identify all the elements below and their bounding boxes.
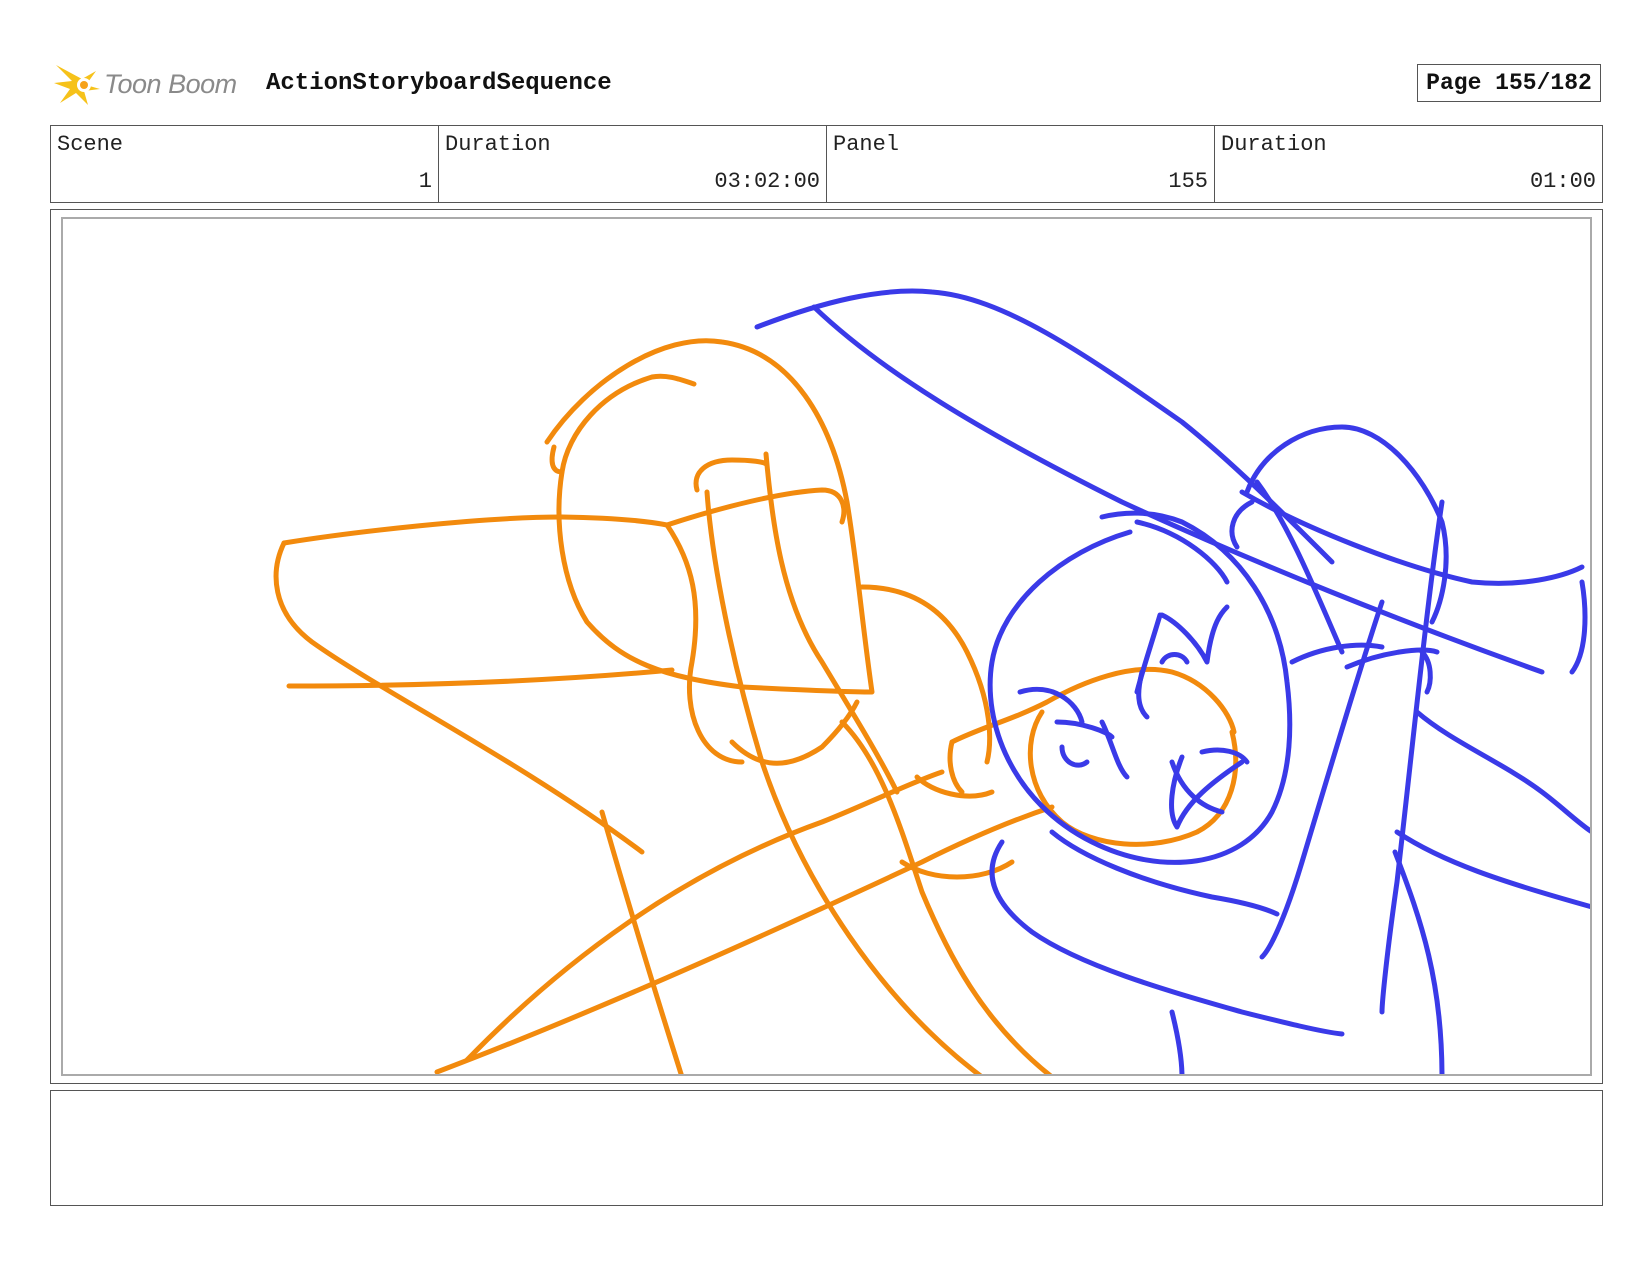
panel-duration-value: 01:00	[1529, 169, 1596, 194]
panel-notes	[50, 1090, 1603, 1206]
panel-cell: Panel 155	[827, 126, 1215, 202]
scene-cell: Scene 1	[51, 126, 439, 202]
panel-duration-label: Duration	[1221, 132, 1327, 157]
toon-boom-burst-icon	[54, 65, 100, 105]
scene-duration-label: Duration	[445, 132, 551, 157]
sequence-title: ActionStoryboardSequence	[266, 70, 612, 97]
storyboard-sketch	[273, 288, 1590, 1074]
scene-duration-cell: Duration 03:02:00	[439, 126, 827, 202]
blue-character-sketch	[754, 288, 1590, 1074]
panel-info-table: Scene 1 Duration 03:02:00 Panel 155 Dura…	[50, 125, 1603, 203]
toon-boom-logo: Toon Boom	[52, 58, 237, 110]
scene-value: 1	[418, 169, 432, 194]
panel-image	[61, 217, 1592, 1076]
scene-duration-value: 03:02:00	[714, 169, 820, 194]
panel-label: Panel	[833, 132, 900, 157]
logo-text: Toon Boom	[104, 68, 237, 99]
page-number: Page 155/182	[1417, 64, 1601, 102]
panel-value: 155	[1168, 169, 1208, 194]
panel-duration-cell: Duration 01:00	[1215, 126, 1602, 202]
scene-label: Scene	[57, 132, 124, 157]
